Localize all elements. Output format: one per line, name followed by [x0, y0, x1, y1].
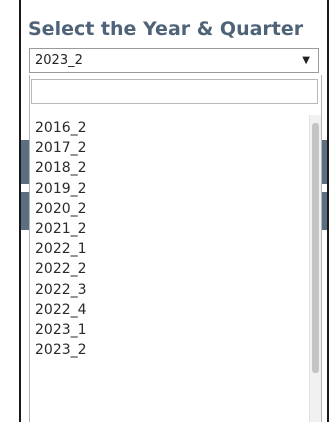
- background-panel-left-upper: [21, 140, 29, 184]
- dropdown-search-input[interactable]: [31, 79, 318, 104]
- scrollbar-thumb[interactable]: [312, 123, 319, 373]
- dashboard-filter-area: Select the Year & Quarter 2023_2 ▼ 2016_…: [0, 0, 329, 422]
- option-item[interactable]: 2020_2: [30, 199, 321, 219]
- option-item[interactable]: 2022_2: [30, 259, 321, 279]
- option-item[interactable]: 2023_1: [30, 320, 321, 340]
- dropdown-scrollbar[interactable]: [309, 115, 321, 422]
- dropdown-panel: 2016_2 2017_2 2018_2 2019_2 2020_2 2021_…: [29, 75, 322, 422]
- background-panel-right-upper: [322, 140, 327, 184]
- option-item[interactable]: 2022_4: [30, 300, 321, 320]
- option-item[interactable]: 2022_3: [30, 280, 321, 300]
- selected-value: 2023_2: [35, 53, 83, 68]
- option-item[interactable]: 2023_2: [30, 340, 321, 360]
- option-item[interactable]: 2021_2: [30, 219, 321, 239]
- year-quarter-select[interactable]: 2023_2 ▼: [29, 48, 319, 73]
- chevron-down-icon[interactable]: ▼: [302, 55, 310, 66]
- background-panel-right-lower: [322, 192, 327, 230]
- option-item[interactable]: 2018_2: [30, 158, 321, 178]
- option-item[interactable]: 2016_2: [30, 118, 321, 138]
- option-item[interactable]: 2017_2: [30, 138, 321, 158]
- option-item[interactable]: 2022_1: [30, 239, 321, 259]
- background-panel-left-lower: [21, 192, 29, 230]
- option-list: 2016_2 2017_2 2018_2 2019_2 2020_2 2021_…: [30, 118, 321, 360]
- option-item[interactable]: 2019_2: [30, 179, 321, 199]
- filter-title: Select the Year & Quarter: [28, 18, 304, 40]
